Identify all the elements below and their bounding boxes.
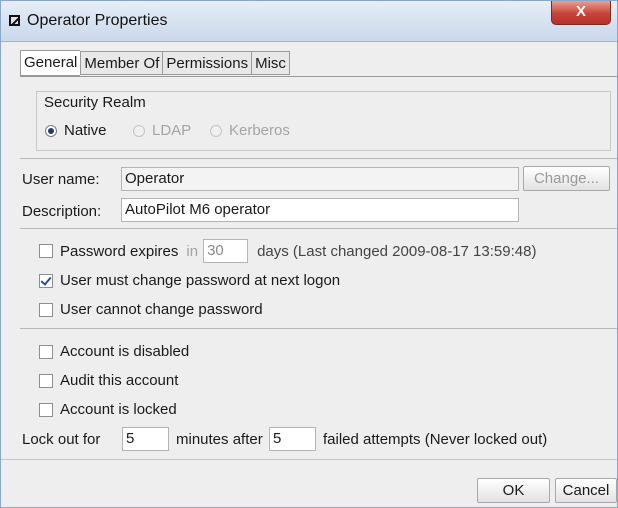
lockout-prefix-label: Lock out for	[22, 431, 101, 448]
change-button[interactable]: Change...	[523, 166, 610, 191]
radio-ldap-indicator	[133, 124, 145, 137]
lockout-suffix-label: failed attempts (Never locked out)	[323, 431, 548, 448]
tab-misc[interactable]: Misc	[251, 51, 290, 75]
radio-native[interactable]: Native	[45, 122, 107, 139]
username-label: User name:	[22, 171, 100, 188]
security-realm-label: Security Realm	[44, 94, 146, 111]
radio-native-indicator[interactable]	[45, 124, 57, 137]
cannot-change-checkbox[interactable]	[39, 302, 53, 317]
cannot-change-row: User cannot change password	[39, 301, 263, 318]
footer-separator	[1, 459, 617, 460]
lockout-attempts-field[interactable]: 5	[269, 427, 316, 451]
must-change-row: User must change password at next logon	[39, 272, 340, 289]
account-locked-checkbox[interactable]	[39, 402, 53, 417]
password-expire-days-field[interactable]: 30	[203, 239, 249, 263]
account-locked-row: Account is locked	[39, 401, 177, 418]
password-expires-in-label: in	[186, 242, 199, 260]
cancel-button[interactable]: Cancel	[555, 478, 617, 503]
audit-account-row: Audit this account	[39, 372, 178, 389]
ok-button[interactable]: OK	[477, 478, 550, 503]
password-days-suffix: days (Last changed 2009-08-17 13:59:48)	[257, 242, 537, 260]
separator	[20, 328, 617, 329]
separator	[20, 228, 617, 229]
tab-general[interactable]: General	[20, 50, 81, 76]
lockout-minutes-field[interactable]: 5	[122, 427, 169, 451]
audit-account-checkbox[interactable]	[39, 373, 53, 388]
username-field[interactable]: Operator	[121, 167, 519, 191]
description-field[interactable]: AutoPilot M6 operator	[121, 198, 519, 222]
close-button[interactable]: X	[551, 1, 611, 25]
lockout-middle-label: minutes after	[176, 431, 263, 448]
app-icon	[9, 15, 20, 26]
password-expires-checkbox[interactable]	[39, 244, 53, 258]
password-expires-row: Password expires in 30 days (Last change…	[39, 239, 536, 263]
radio-kerberos-label: Kerberos	[229, 122, 290, 139]
account-disabled-checkbox[interactable]	[39, 344, 53, 359]
radio-native-label: Native	[64, 122, 107, 139]
description-label: Description:	[22, 203, 102, 220]
separator	[20, 158, 617, 159]
account-disabled-row: Account is disabled	[39, 343, 189, 360]
tab-permissions[interactable]: Permissions	[162, 51, 252, 75]
account-locked-label: Account is locked	[60, 401, 177, 418]
cannot-change-label: User cannot change password	[60, 301, 263, 318]
must-change-checkbox[interactable]	[39, 273, 53, 288]
title-bar: Operator Properties X	[1, 1, 617, 42]
operator-properties-dialog: Operator Properties X General Member Of …	[0, 0, 618, 508]
radio-kerberos: Kerberos	[210, 122, 290, 139]
radio-ldap: LDAP	[133, 122, 191, 139]
close-icon: X	[575, 3, 586, 20]
tab-member-of[interactable]: Member Of	[80, 51, 163, 75]
window-title: Operator Properties	[27, 12, 168, 29]
audit-account-label: Audit this account	[60, 372, 179, 389]
radio-ldap-label: LDAP	[152, 122, 192, 139]
password-days-text: days (Last changed 2009-08-17 13:59:48)	[257, 243, 536, 260]
tab-bar: General Member Of Permissions Misc	[20, 50, 290, 76]
account-disabled-label: Account is disabled	[60, 343, 190, 360]
must-change-label: User must change password at next logon	[60, 272, 341, 289]
password-expires-label: Password expires	[60, 242, 179, 260]
radio-kerberos-indicator	[210, 124, 222, 137]
